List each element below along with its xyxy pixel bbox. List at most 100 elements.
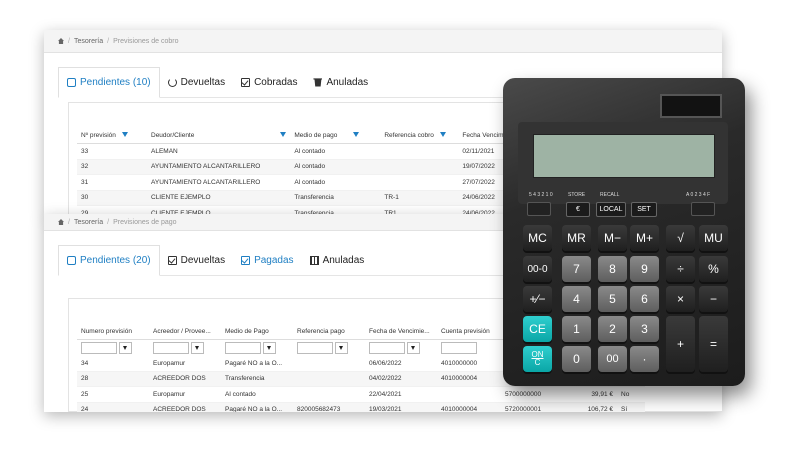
filter-icon[interactable]: [353, 132, 360, 138]
col-header[interactable]: Deudor/Cliente: [147, 127, 291, 144]
switch-label: A 0 2 3 4 F: [686, 192, 711, 198]
filter-button[interactable]: [335, 342, 348, 354]
calculator: 5 4 3 2 1 0 STORE RECALL A 0 2 3 4 F € L…: [503, 78, 745, 386]
check-square-icon: [241, 255, 251, 265]
key-3[interactable]: 3: [630, 316, 659, 342]
ce-key[interactable]: CE: [523, 316, 552, 342]
sqrt-key[interactable]: √: [666, 225, 695, 251]
square-icon: [67, 78, 76, 87]
mc-key[interactable]: MC: [523, 225, 552, 251]
grid-icon: [309, 255, 319, 265]
shift-key[interactable]: 00-0: [523, 256, 552, 282]
home-icon[interactable]: [58, 38, 64, 44]
trash-icon: [313, 78, 323, 87]
filter-icon[interactable]: [280, 132, 287, 138]
mr-key[interactable]: MR: [562, 225, 591, 251]
tab-label: Anuladas: [322, 254, 365, 266]
filter-input[interactable]: [225, 342, 261, 354]
tab-label: Cobradas: [254, 76, 298, 88]
key-00[interactable]: 00: [598, 346, 627, 372]
filter-button[interactable]: [263, 342, 276, 354]
sign-key[interactable]: +⁄−: [523, 286, 552, 312]
cobros-table: Nº previsión Deudor/Cliente Medio de pag…: [77, 127, 527, 216]
rounding-switch[interactable]: [691, 202, 715, 216]
minus-key[interactable]: −: [699, 286, 728, 312]
key-2[interactable]: 2: [598, 316, 627, 342]
key-7[interactable]: 7: [562, 256, 591, 282]
filter-input[interactable]: [297, 342, 333, 354]
filter-icon[interactable]: [121, 132, 128, 138]
tab-cobradas[interactable]: Cobradas: [233, 67, 305, 97]
filter-input[interactable]: [153, 342, 189, 354]
tab-pagadas[interactable]: Pagadas: [233, 245, 301, 275]
recall-label: RECALL: [600, 192, 620, 198]
mu-key[interactable]: MU: [699, 225, 728, 251]
col-header[interactable]: Numero previsión: [77, 323, 149, 340]
breadcrumb-tesoreria[interactable]: Tesorería: [74, 38, 103, 45]
set-key[interactable]: SET: [631, 202, 657, 217]
key-9[interactable]: 9: [630, 256, 659, 282]
tab-label: Devueltas: [180, 76, 226, 88]
key-4[interactable]: 4: [562, 286, 591, 312]
tab-devueltas[interactable]: Devueltas: [160, 245, 233, 275]
table-row[interactable]: 32 AYUNTAMIENTO ALCANTARILLERO Al contado 1…: [77, 159, 527, 175]
col-header[interactable]: Referencia cobro: [380, 127, 459, 144]
table-row[interactable]: 25 Europamur Al contado 22/04/2021 570000000…: [77, 386, 645, 403]
col-header[interactable]: Nº previsión: [77, 127, 147, 144]
plus-key[interactable]: +: [666, 316, 695, 372]
tab-label: Devueltas: [180, 254, 226, 266]
table-row[interactable]: 33 ALEMAN Al contado 02/11/2021: [77, 143, 527, 160]
tab-devueltas[interactable]: Devueltas: [160, 67, 233, 97]
divide-key[interactable]: ÷: [666, 256, 695, 282]
percent-key[interactable]: %: [699, 256, 728, 282]
c-label: C: [534, 358, 541, 367]
col-header[interactable]: Medio de pago: [290, 127, 381, 144]
multiply-key[interactable]: ×: [666, 286, 695, 312]
check-square-icon: [167, 255, 177, 265]
calculator-display: [533, 134, 715, 178]
tab-label: Pagadas: [254, 254, 294, 266]
col-header[interactable]: Acreedor / Provee...: [149, 323, 221, 340]
key-1[interactable]: 1: [562, 316, 591, 342]
tab-label: Pendientes (20): [80, 255, 151, 266]
filter-input[interactable]: [81, 342, 117, 354]
filter-icon[interactable]: [439, 132, 446, 138]
tab-label: Pendientes (10): [80, 77, 151, 88]
square-icon: [67, 256, 76, 265]
on-c-key[interactable]: ON C: [523, 346, 552, 372]
tab-anuladas[interactable]: Anuladas: [302, 245, 373, 275]
m-plus-key[interactable]: M+: [630, 225, 659, 251]
col-header[interactable]: Cuenta previsión: [437, 323, 501, 340]
filter-button[interactable]: [407, 342, 420, 354]
key-6[interactable]: 6: [630, 286, 659, 312]
table-row[interactable]: 24 ACREEDOR DOS Pagaré NO a la O... 8200056…: [77, 402, 645, 412]
col-header[interactable]: Fecha de Vencimie...: [365, 323, 437, 340]
equals-key[interactable]: =: [699, 316, 728, 372]
filter-button[interactable]: [119, 342, 132, 354]
table-row[interactable]: 30 CLIENTE EJEMPLO Transferencia TR-1 24/06/…: [77, 190, 527, 206]
filter-button[interactable]: [191, 342, 204, 354]
euro-key[interactable]: €: [566, 202, 590, 217]
tab-pendientes[interactable]: Pendientes (10): [58, 67, 160, 98]
local-key[interactable]: LOCAL: [596, 202, 626, 217]
decimal-switch[interactable]: [527, 202, 551, 216]
filter-input[interactable]: [441, 342, 477, 354]
tab-label: Anuladas: [326, 76, 369, 88]
date-filter-input[interactable]: [369, 342, 405, 354]
breadcrumb-current: Previsiones de cobro: [113, 37, 179, 45]
col-header[interactable]: Medio de Pago: [221, 323, 293, 340]
key-0[interactable]: 0: [562, 346, 591, 372]
tab-anuladas[interactable]: Anuladas: [305, 67, 376, 97]
home-icon[interactable]: [58, 219, 64, 225]
table-row[interactable]: 31 AYUNTAMIENTO ALCANTARILLERO Al contado 2…: [77, 174, 527, 191]
tab-pendientes[interactable]: Pendientes (20): [58, 245, 160, 276]
breadcrumb-tesoreria[interactable]: Tesorería: [74, 219, 103, 226]
decimal-point-key[interactable]: ·: [630, 346, 659, 372]
key-8[interactable]: 8: [598, 256, 627, 282]
check-square-icon: [241, 77, 251, 87]
col-header[interactable]: Referencia pago: [293, 323, 365, 340]
breadcrumb-current: Previsiones de pago: [113, 218, 177, 226]
key-5[interactable]: 5: [598, 286, 627, 312]
solar-panel: [660, 94, 722, 118]
m-minus-key[interactable]: M−: [598, 225, 627, 251]
